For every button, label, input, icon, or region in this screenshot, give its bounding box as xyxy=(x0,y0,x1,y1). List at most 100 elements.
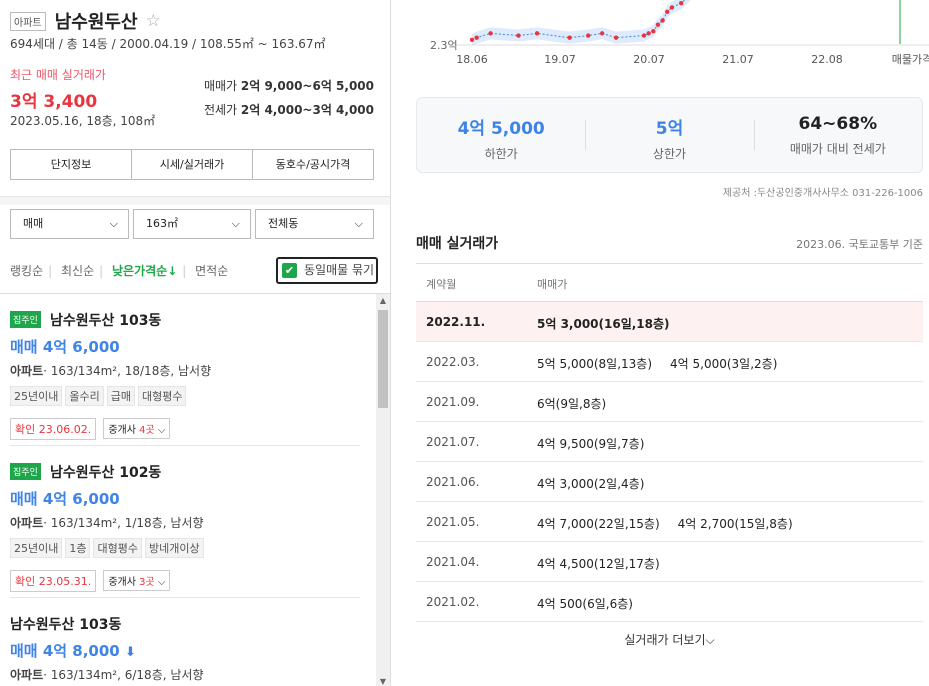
listing-item[interactable]: 집주인 남수원두산 103동 매매 4억 6,000 아파트· 163/134m… xyxy=(10,309,360,440)
deal-price: 5억 3,000(16일,18층) xyxy=(537,317,670,331)
price-point xyxy=(613,35,619,40)
price-point xyxy=(567,35,572,40)
sort-options: 랭킹순 | 최신순 | 낮은가격순↓ | 면적순 xyxy=(10,264,229,278)
deal-price: 4억 7,000(22일,15층) xyxy=(537,517,660,531)
complex-meta: 694세대 / 총 14동 / 2000.04.19 / 108.55㎡ ~ 1… xyxy=(10,37,326,51)
more-deals-link[interactable]: 실거래가 더보기⌵ xyxy=(416,631,923,648)
price-point xyxy=(651,29,656,34)
listing-type: 아파트 xyxy=(10,515,44,530)
listing-item[interactable]: 남수원두산 103동 매매 4억 8,000 ⬇ 아파트· 163/134m²,… xyxy=(10,613,360,683)
deal-prices: 4억 9,500(9일,7층) xyxy=(537,435,662,452)
sale-range-label: 매매가 xyxy=(203,79,238,93)
deal-price: 5억 5,000(8일,13층) xyxy=(537,357,653,371)
listing-tags: 25년이내 1층 대형평수 방네개이상 xyxy=(10,537,360,558)
tab-market-price[interactable]: 시세/실거래가 xyxy=(132,150,253,179)
x-tick-label: 18.06 xyxy=(456,53,488,66)
listing-spec: 163/134m², 1/18층, 남서향 xyxy=(50,515,204,530)
tab-complex-info[interactable]: 단지정보 xyxy=(11,150,132,179)
deals-title: 매매 실거래가 xyxy=(416,236,499,252)
listing-price: 매매 4억 8,000 ⬇ xyxy=(10,641,136,660)
summary-lower: 4억 5,000 하한가 xyxy=(417,98,585,172)
tab-unit-public-price[interactable]: 동호수/공시가격 xyxy=(253,150,373,179)
col-sale-price: 매매가 xyxy=(537,278,568,291)
broker-count-button[interactable]: 중개사 4곳 ⌵ xyxy=(103,417,171,439)
lower-price-label: 하한가 xyxy=(484,147,518,161)
lease-range-label: 전세가 xyxy=(203,103,238,117)
deal-row: 2021.06. 4억 3,000(2일,4층) xyxy=(416,462,923,502)
sort-low-price[interactable]: 낮은가격순↓ xyxy=(112,264,177,278)
x-tick-label: 19.07 xyxy=(544,53,576,66)
listing-tag: 방네개이상 xyxy=(144,537,204,558)
scrollbar[interactable]: ▲ ▼ xyxy=(376,294,390,686)
chevron-down-icon: ⌵ xyxy=(157,424,166,436)
listing-name: 남수원두산 102동 xyxy=(49,464,162,481)
x-tick-label: 20.07 xyxy=(633,53,665,66)
divider xyxy=(10,597,360,598)
recent-deal-price: 3억 3,400 xyxy=(10,92,98,112)
confirm-date-badge: 확인 23.05.31. xyxy=(10,569,97,592)
scroll-thumb[interactable] xyxy=(378,310,388,408)
price-point xyxy=(488,31,493,36)
property-type-tag: 아파트 xyxy=(10,11,46,31)
listing-item[interactable]: 집주인 남수원두산 102동 매매 4억 6,000 아파트· 163/134m… xyxy=(10,461,360,592)
price-point xyxy=(669,5,675,10)
deal-date: 2021.07. xyxy=(426,435,480,449)
deal-date: 2021.09. xyxy=(426,395,480,409)
scroll-up-icon[interactable]: ▲ xyxy=(376,296,390,305)
listing-type: 아파트 xyxy=(10,363,44,378)
col-contract-month: 계약월 xyxy=(426,278,457,291)
price-point xyxy=(516,33,521,38)
owner-badge: 집주인 xyxy=(10,463,41,480)
sort-ranking[interactable]: 랭킹순 xyxy=(10,264,43,278)
upper-price-value: 5억 xyxy=(655,119,684,139)
deal-prices: 4억 3,000(2일,4층) xyxy=(537,475,662,492)
recent-deal-date: 2023.05.16, 18층, 108㎡ xyxy=(10,114,156,128)
group-same-label: 동일매물 묶기 xyxy=(304,263,375,277)
listing-tag: 25년이내 xyxy=(10,537,63,558)
deal-prices: 4억 4,500(12일,17층) xyxy=(537,555,678,572)
recent-deal-label: 최근 매매 실거래가 xyxy=(10,68,106,82)
listing-type: 아파트 xyxy=(10,667,44,682)
section-gap xyxy=(0,197,390,205)
favorite-star-icon[interactable]: ☆ xyxy=(146,11,161,31)
listing-desc: 아파트· 163/134m², 1/18층, 남서향 xyxy=(10,515,204,530)
chevron-down-icon: ⌵ xyxy=(157,576,166,588)
deal-price: 4억 4,500(12일,17층) xyxy=(537,557,660,571)
building-select[interactable]: 전체동 ⌵ xyxy=(255,209,374,239)
trade-type-select[interactable]: 매매 ⌵ xyxy=(10,209,129,239)
lease-price-range: 전세가 2억 4,000~3억 4,000 xyxy=(204,101,374,118)
confirm-date-badge: 확인 23.06.02. xyxy=(10,417,97,440)
listing-tags: 25년이내 올수리 급매 대형평수 xyxy=(10,385,360,406)
price-history-chart: 2.3억18.06 19.07 20.07 21.07 22.08 매물가격 xyxy=(430,0,929,66)
area-select[interactable]: 163㎡ ⌵ xyxy=(133,209,251,239)
deal-row: 2022.11. 5억 3,000(16일,18층) xyxy=(416,302,923,342)
area-value: 163㎡ xyxy=(146,217,178,230)
listing-spec: 163/134m², 6/18층, 남서향 xyxy=(50,667,204,682)
price-point xyxy=(678,0,684,6)
group-same-listings-toggle[interactable]: ✔ 동일매물 묶기 xyxy=(276,257,378,284)
lease-ratio-value: 64~68% xyxy=(798,114,878,134)
deals-basis: 2023.06. 국토교통부 기준 xyxy=(796,238,923,251)
price-point xyxy=(646,31,651,36)
sort-area[interactable]: 면적순 xyxy=(195,264,228,278)
deal-date: 2022.11. xyxy=(426,315,486,329)
deal-prices: 5억 3,000(16일,18층) xyxy=(537,315,688,332)
price-summary: 4억 5,000 하한가 5억 상한가 64~68% 매매가 대비 전세가 xyxy=(416,97,923,173)
data-provider: 제공처 :두산공인중개사사무소 031-226-1006 xyxy=(722,188,923,199)
deal-price: 4억 9,500(9일,7층) xyxy=(537,437,645,451)
x-tick-label: 22.08 xyxy=(811,53,843,66)
checkbox-checked-icon: ✔ xyxy=(282,263,297,278)
deal-date: 2021.06. xyxy=(426,475,480,489)
listing-tag: 대형평수 xyxy=(137,385,187,406)
sort-latest[interactable]: 최신순 xyxy=(61,264,94,278)
deal-row: 2021.04. 4억 4,500(12일,17층) xyxy=(416,542,923,582)
upper-price-label: 상한가 xyxy=(652,147,687,161)
scroll-down-icon[interactable]: ▼ xyxy=(376,677,390,686)
price-point xyxy=(599,31,605,36)
trade-type-value: 매매 xyxy=(23,217,44,230)
price-down-arrow-icon: ⬇ xyxy=(124,644,136,660)
listing-spec: 163/134m², 18/18층, 남서향 xyxy=(50,363,212,378)
deal-price: 4억 5,000(3일,2층) xyxy=(670,357,778,371)
deals-table: 계약월 매매가 2022.11. 5억 3,000(16일,18층) 2022.03… xyxy=(416,263,923,622)
broker-count-button[interactable]: 중개사 3곳 ⌵ xyxy=(103,569,171,591)
